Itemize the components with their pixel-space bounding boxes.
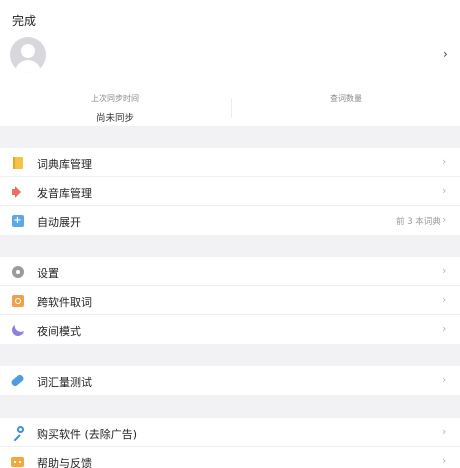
chevron-right-icon: › [442, 425, 447, 438]
profile-chevron-icon[interactable]: › [443, 47, 448, 61]
vocabulary-test-icon [10, 373, 25, 388]
test-group: 词汇量测试 › [0, 366, 460, 395]
menu-item-label: 发音库管理 [37, 187, 92, 200]
auto-expand-hint: 前 3 本词典 [396, 217, 441, 227]
expand-icon: + [11, 214, 24, 227]
menu-item-label: 购买软件 (去除广告) [37, 428, 138, 441]
chevron-right-icon: › [442, 373, 447, 386]
avatar-body-shape [15, 60, 41, 73]
sync-stat: 上次同步时间 尚未同步 [35, 93, 195, 124]
stat-divider [231, 98, 232, 118]
feedback-icon [11, 455, 24, 468]
avatar[interactable] [10, 37, 46, 73]
dictionary-icon [11, 156, 24, 169]
menu-item-label: 跨软件取词 [37, 296, 92, 309]
chevron-right-icon: › [442, 184, 447, 197]
speaker-icon [11, 185, 24, 198]
chevron-right-icon: › [442, 155, 447, 168]
chevron-right-icon: › [442, 454, 447, 467]
menu-item-label: 自动展开 [37, 216, 81, 229]
sync-label: 上次同步时间 [91, 94, 139, 103]
cross-app-lookup-icon [11, 294, 24, 307]
support-group: 购买软件 (去除广告) › 帮助与反馈 › [0, 418, 460, 468]
profile-header: 完成 › 上次同步时间 尚未同步 查词数量 [0, 0, 460, 126]
menu-item-label: 夜间模式 [37, 325, 81, 338]
library-group: 词典库管理 › 发音库管理 › + 自动展开 前 3 本词典 › [0, 148, 460, 235]
menu-item-night-mode[interactable]: 夜间模式 › [0, 315, 460, 344]
menu-item-purchase[interactable]: 购买软件 (去除广告) › [0, 418, 460, 447]
settings-page: 完成 › 上次同步时间 尚未同步 查词数量 词典库管理 › 发音库管理 › + [0, 0, 460, 468]
menu-item-label: 词汇量测试 [37, 376, 92, 389]
menu-item-label: 帮助与反馈 [37, 457, 92, 468]
menu-item-auto-expand[interactable]: + 自动展开 前 3 本词典 › [0, 206, 460, 235]
chevron-right-icon: › [442, 264, 447, 277]
moon-icon [11, 323, 24, 336]
menu-item-label: 词典库管理 [37, 158, 92, 171]
menu-item-label: 设置 [37, 267, 59, 280]
preferences-group: 设置 › 跨软件取词 › 夜间模式 › [0, 257, 460, 344]
lookup-count-stat: 查词数量 [266, 93, 426, 110]
done-button[interactable]: 完成 [12, 12, 36, 29]
menu-item-vocabulary-test[interactable]: 词汇量测试 › [0, 366, 460, 395]
menu-item-settings[interactable]: 设置 › [0, 257, 460, 286]
sync-value: 尚未同步 [95, 113, 134, 124]
menu-item-dictionary-management[interactable]: 词典库管理 › [0, 148, 460, 177]
menu-item-help-feedback[interactable]: 帮助与反馈 › [0, 447, 460, 468]
gear-icon [11, 265, 24, 278]
menu-item-pronunciation-management[interactable]: 发音库管理 › [0, 177, 460, 206]
chevron-right-icon: › [442, 322, 447, 335]
lookup-count-label: 查词数量 [330, 94, 362, 103]
key-icon [11, 426, 24, 442]
avatar-head-shape [21, 44, 35, 58]
chevron-right-icon: › [442, 293, 447, 306]
chevron-right-icon: › [442, 213, 447, 226]
menu-item-cross-app-lookup[interactable]: 跨软件取词 › [0, 286, 460, 315]
